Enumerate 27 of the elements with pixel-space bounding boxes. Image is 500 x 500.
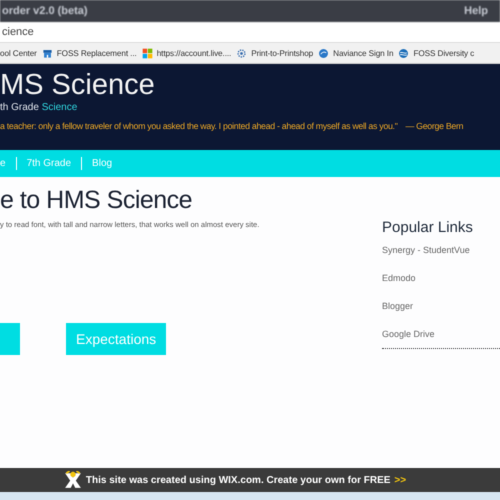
quote-author: — George Bern [406, 121, 464, 131]
site-subtitle: th Grade Science [0, 102, 78, 113]
site-title: MS Science [0, 68, 155, 102]
tiles-icon [142, 48, 153, 58]
wave-icon [398, 48, 410, 58]
bookmark-link[interactable]: FOSS Replacement ... [56, 48, 137, 58]
bookmark-link[interactable]: Print-to-Printshop [251, 48, 314, 58]
sidebar-heading: Popular Links [382, 219, 473, 236]
sidebar-link[interactable]: Google Drive [382, 329, 435, 348]
sidebar-link[interactable]: Synergy - StudentVue [382, 245, 470, 264]
bookmark-link[interactable]: https://account.live.... [156, 48, 232, 58]
store-icon [42, 48, 53, 58]
wix-banner-text[interactable]: This site was created using WIX.com. Create your own for FREE [86, 474, 390, 486]
globe-icon [318, 48, 330, 58]
gear-icon [236, 48, 248, 58]
arrows-link[interactable]: >> [394, 474, 406, 486]
window-title: order v2.0 (beta) [2, 5, 88, 17]
x-logo-icon [64, 471, 82, 489]
help-menu[interactable]: Help [464, 5, 488, 17]
sidebar-link[interactable]: Blogger [382, 301, 414, 320]
page-heading: e to HMS Science [0, 185, 192, 215]
bookmark-link[interactable]: FOSS Diversity c [413, 48, 474, 58]
bookmark-link[interactable]: ool Center [0, 48, 37, 58]
ribbon-button[interactable] [0, 323, 20, 355]
sidebar-link[interactable]: Edmodo [382, 273, 416, 292]
bookmark-link[interactable]: Naviance Sign In [333, 48, 394, 58]
quote-text: a teacher: only a fellow traveler of whom you asked the way. I pointed ahead - ahead of myself as well as you." [0, 121, 398, 131]
